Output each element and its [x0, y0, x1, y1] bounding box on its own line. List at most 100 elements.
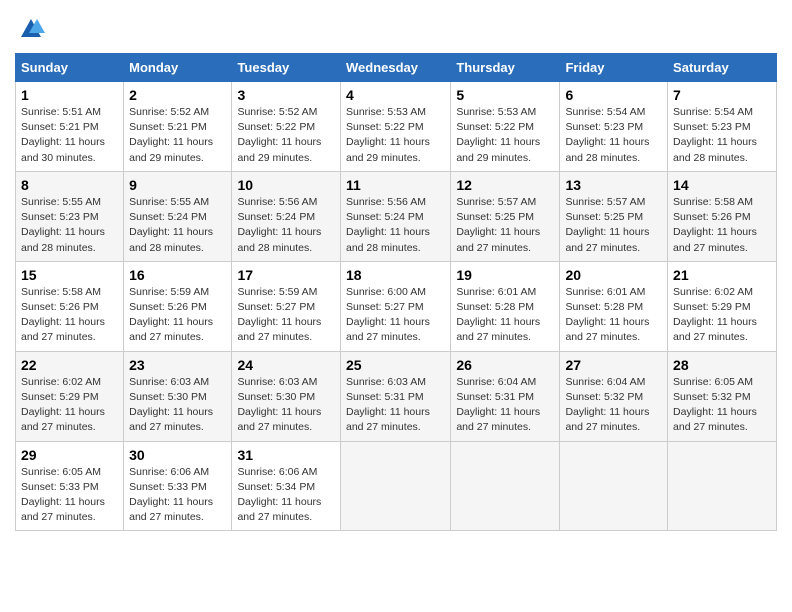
- calendar-cell: 8 Sunrise: 5:55 AMSunset: 5:23 PMDaylight…: [16, 171, 124, 261]
- day-number: 27: [565, 357, 662, 373]
- calendar-cell: 15 Sunrise: 5:58 AMSunset: 5:26 PMDayligh…: [16, 261, 124, 351]
- calendar-cell: 24 Sunrise: 6:03 AMSunset: 5:30 PMDayligh…: [232, 351, 341, 441]
- day-detail: Sunrise: 5:52 AMSunset: 5:22 PMDaylight:…: [237, 106, 321, 164]
- day-detail: Sunrise: 5:58 AMSunset: 5:26 PMDaylight:…: [21, 286, 105, 344]
- day-number: 22: [21, 357, 118, 373]
- day-number: 28: [673, 357, 771, 373]
- day-detail: Sunrise: 5:58 AMSunset: 5:26 PMDaylight:…: [673, 196, 757, 254]
- calendar-cell: 16 Sunrise: 5:59 AMSunset: 5:26 PMDayligh…: [124, 261, 232, 351]
- calendar-cell: 20 Sunrise: 6:01 AMSunset: 5:28 PMDayligh…: [560, 261, 668, 351]
- calendar-table: SundayMondayTuesdayWednesdayThursdayFrid…: [15, 53, 777, 531]
- day-number: 24: [237, 357, 335, 373]
- calendar-cell: 13Sunrise: 5:57 AMSunset: 5:25 PMDayligh…: [560, 171, 668, 261]
- calendar-cell: 10 Sunrise: 5:56 AMSunset: 5:24 PMDayligh…: [232, 171, 341, 261]
- weekday-header: Friday: [560, 54, 668, 82]
- calendar-cell: 7Sunrise: 5:54 AMSunset: 5:23 PMDaylight…: [668, 82, 777, 172]
- day-detail: Sunrise: 6:04 AMSunset: 5:31 PMDaylight:…: [456, 376, 540, 434]
- weekday-header: Monday: [124, 54, 232, 82]
- day-detail: Sunrise: 6:03 AMSunset: 5:30 PMDaylight:…: [129, 376, 213, 434]
- day-number: 26: [456, 357, 554, 373]
- day-number: 3: [237, 87, 335, 103]
- day-detail: Sunrise: 5:54 AMSunset: 5:23 PMDaylight:…: [565, 106, 649, 164]
- day-detail: Sunrise: 5:51 AMSunset: 5:21 PMDaylight:…: [21, 106, 105, 164]
- day-number: 23: [129, 357, 226, 373]
- calendar-cell: 30Sunrise: 6:06 AMSunset: 5:33 PMDayligh…: [124, 441, 232, 531]
- calendar-cell: 23 Sunrise: 6:03 AMSunset: 5:30 PMDayligh…: [124, 351, 232, 441]
- logo-icon: [17, 15, 45, 43]
- calendar-cell: 26 Sunrise: 6:04 AMSunset: 5:31 PMDayligh…: [451, 351, 560, 441]
- weekday-header: Tuesday: [232, 54, 341, 82]
- day-number: 4: [346, 87, 445, 103]
- calendar-cell: 6 Sunrise: 5:54 AMSunset: 5:23 PMDaylight…: [560, 82, 668, 172]
- day-number: 11: [346, 177, 445, 193]
- calendar-cell: 14 Sunrise: 5:58 AMSunset: 5:26 PMDayligh…: [668, 171, 777, 261]
- weekday-header: Wednesday: [340, 54, 450, 82]
- day-number: 25: [346, 357, 445, 373]
- weekday-header: Saturday: [668, 54, 777, 82]
- day-detail: Sunrise: 5:59 AMSunset: 5:26 PMDaylight:…: [129, 286, 213, 344]
- day-detail: Sunrise: 5:57 AMSunset: 5:25 PMDaylight:…: [456, 196, 540, 254]
- day-number: 16: [129, 267, 226, 283]
- day-number: 13: [565, 177, 662, 193]
- day-detail: Sunrise: 6:03 AMSunset: 5:31 PMDaylight:…: [346, 376, 430, 434]
- calendar-week-row: 15 Sunrise: 5:58 AMSunset: 5:26 PMDayligh…: [16, 261, 777, 351]
- day-detail: Sunrise: 5:53 AMSunset: 5:22 PMDaylight:…: [456, 106, 540, 164]
- day-detail: Sunrise: 5:56 AMSunset: 5:24 PMDaylight:…: [237, 196, 321, 254]
- day-number: 8: [21, 177, 118, 193]
- calendar-cell: 21Sunrise: 6:02 AMSunset: 5:29 PMDayligh…: [668, 261, 777, 351]
- calendar-cell: 1 Sunrise: 5:51 AMSunset: 5:21 PMDaylight…: [16, 82, 124, 172]
- calendar-cell: [451, 441, 560, 531]
- calendar-cell: 19Sunrise: 6:01 AMSunset: 5:28 PMDayligh…: [451, 261, 560, 351]
- day-number: 2: [129, 87, 226, 103]
- calendar-cell: 9Sunrise: 5:55 AMSunset: 5:24 PMDaylight…: [124, 171, 232, 261]
- calendar-body: 1 Sunrise: 5:51 AMSunset: 5:21 PMDaylight…: [16, 82, 777, 531]
- day-detail: Sunrise: 6:01 AMSunset: 5:28 PMDaylight:…: [565, 286, 649, 344]
- page-header: [15, 15, 777, 43]
- calendar-cell: 2 Sunrise: 5:52 AMSunset: 5:21 PMDaylight…: [124, 82, 232, 172]
- calendar-cell: 12 Sunrise: 5:57 AMSunset: 5:25 PMDayligh…: [451, 171, 560, 261]
- calendar-week-row: 22 Sunrise: 6:02 AMSunset: 5:29 PMDayligh…: [16, 351, 777, 441]
- calendar-cell: 11 Sunrise: 5:56 AMSunset: 5:24 PMDayligh…: [340, 171, 450, 261]
- calendar-cell: 5 Sunrise: 5:53 AMSunset: 5:22 PMDaylight…: [451, 82, 560, 172]
- day-number: 10: [237, 177, 335, 193]
- calendar-cell: 27Sunrise: 6:04 AMSunset: 5:32 PMDayligh…: [560, 351, 668, 441]
- day-detail: Sunrise: 5:53 AMSunset: 5:22 PMDaylight:…: [346, 106, 430, 164]
- day-number: 7: [673, 87, 771, 103]
- day-detail: Sunrise: 6:05 AMSunset: 5:33 PMDaylight:…: [21, 466, 105, 524]
- day-number: 21: [673, 267, 771, 283]
- calendar-week-row: 8 Sunrise: 5:55 AMSunset: 5:23 PMDaylight…: [16, 171, 777, 261]
- day-number: 9: [129, 177, 226, 193]
- day-number: 6: [565, 87, 662, 103]
- day-number: 15: [21, 267, 118, 283]
- calendar-cell: [340, 441, 450, 531]
- day-number: 31: [237, 447, 335, 463]
- calendar-cell: 25 Sunrise: 6:03 AMSunset: 5:31 PMDayligh…: [340, 351, 450, 441]
- day-detail: Sunrise: 6:06 AMSunset: 5:33 PMDaylight:…: [129, 466, 213, 524]
- day-detail: Sunrise: 6:03 AMSunset: 5:30 PMDaylight:…: [237, 376, 321, 434]
- day-number: 29: [21, 447, 118, 463]
- day-number: 5: [456, 87, 554, 103]
- day-number: 18: [346, 267, 445, 283]
- calendar-cell: 28Sunrise: 6:05 AMSunset: 5:32 PMDayligh…: [668, 351, 777, 441]
- logo: [15, 15, 45, 43]
- day-detail: Sunrise: 6:02 AMSunset: 5:29 PMDaylight:…: [21, 376, 105, 434]
- calendar-cell: 22 Sunrise: 6:02 AMSunset: 5:29 PMDayligh…: [16, 351, 124, 441]
- calendar-cell: 3 Sunrise: 5:52 AMSunset: 5:22 PMDaylight…: [232, 82, 341, 172]
- weekday-header: Thursday: [451, 54, 560, 82]
- day-number: 19: [456, 267, 554, 283]
- day-number: 1: [21, 87, 118, 103]
- day-number: 12: [456, 177, 554, 193]
- calendar-cell: 29 Sunrise: 6:05 AMSunset: 5:33 PMDayligh…: [16, 441, 124, 531]
- weekday-header: Sunday: [16, 54, 124, 82]
- day-number: 14: [673, 177, 771, 193]
- day-detail: Sunrise: 6:00 AMSunset: 5:27 PMDaylight:…: [346, 286, 430, 344]
- day-number: 20: [565, 267, 662, 283]
- day-detail: Sunrise: 5:55 AMSunset: 5:23 PMDaylight:…: [21, 196, 105, 254]
- calendar-header-row: SundayMondayTuesdayWednesdayThursdayFrid…: [16, 54, 777, 82]
- day-detail: Sunrise: 5:52 AMSunset: 5:21 PMDaylight:…: [129, 106, 213, 164]
- calendar-cell: 4 Sunrise: 5:53 AMSunset: 5:22 PMDaylight…: [340, 82, 450, 172]
- day-detail: Sunrise: 5:56 AMSunset: 5:24 PMDaylight:…: [346, 196, 430, 254]
- day-number: 17: [237, 267, 335, 283]
- day-detail: Sunrise: 5:59 AMSunset: 5:27 PMDaylight:…: [237, 286, 321, 344]
- calendar-cell: 17 Sunrise: 5:59 AMSunset: 5:27 PMDayligh…: [232, 261, 341, 351]
